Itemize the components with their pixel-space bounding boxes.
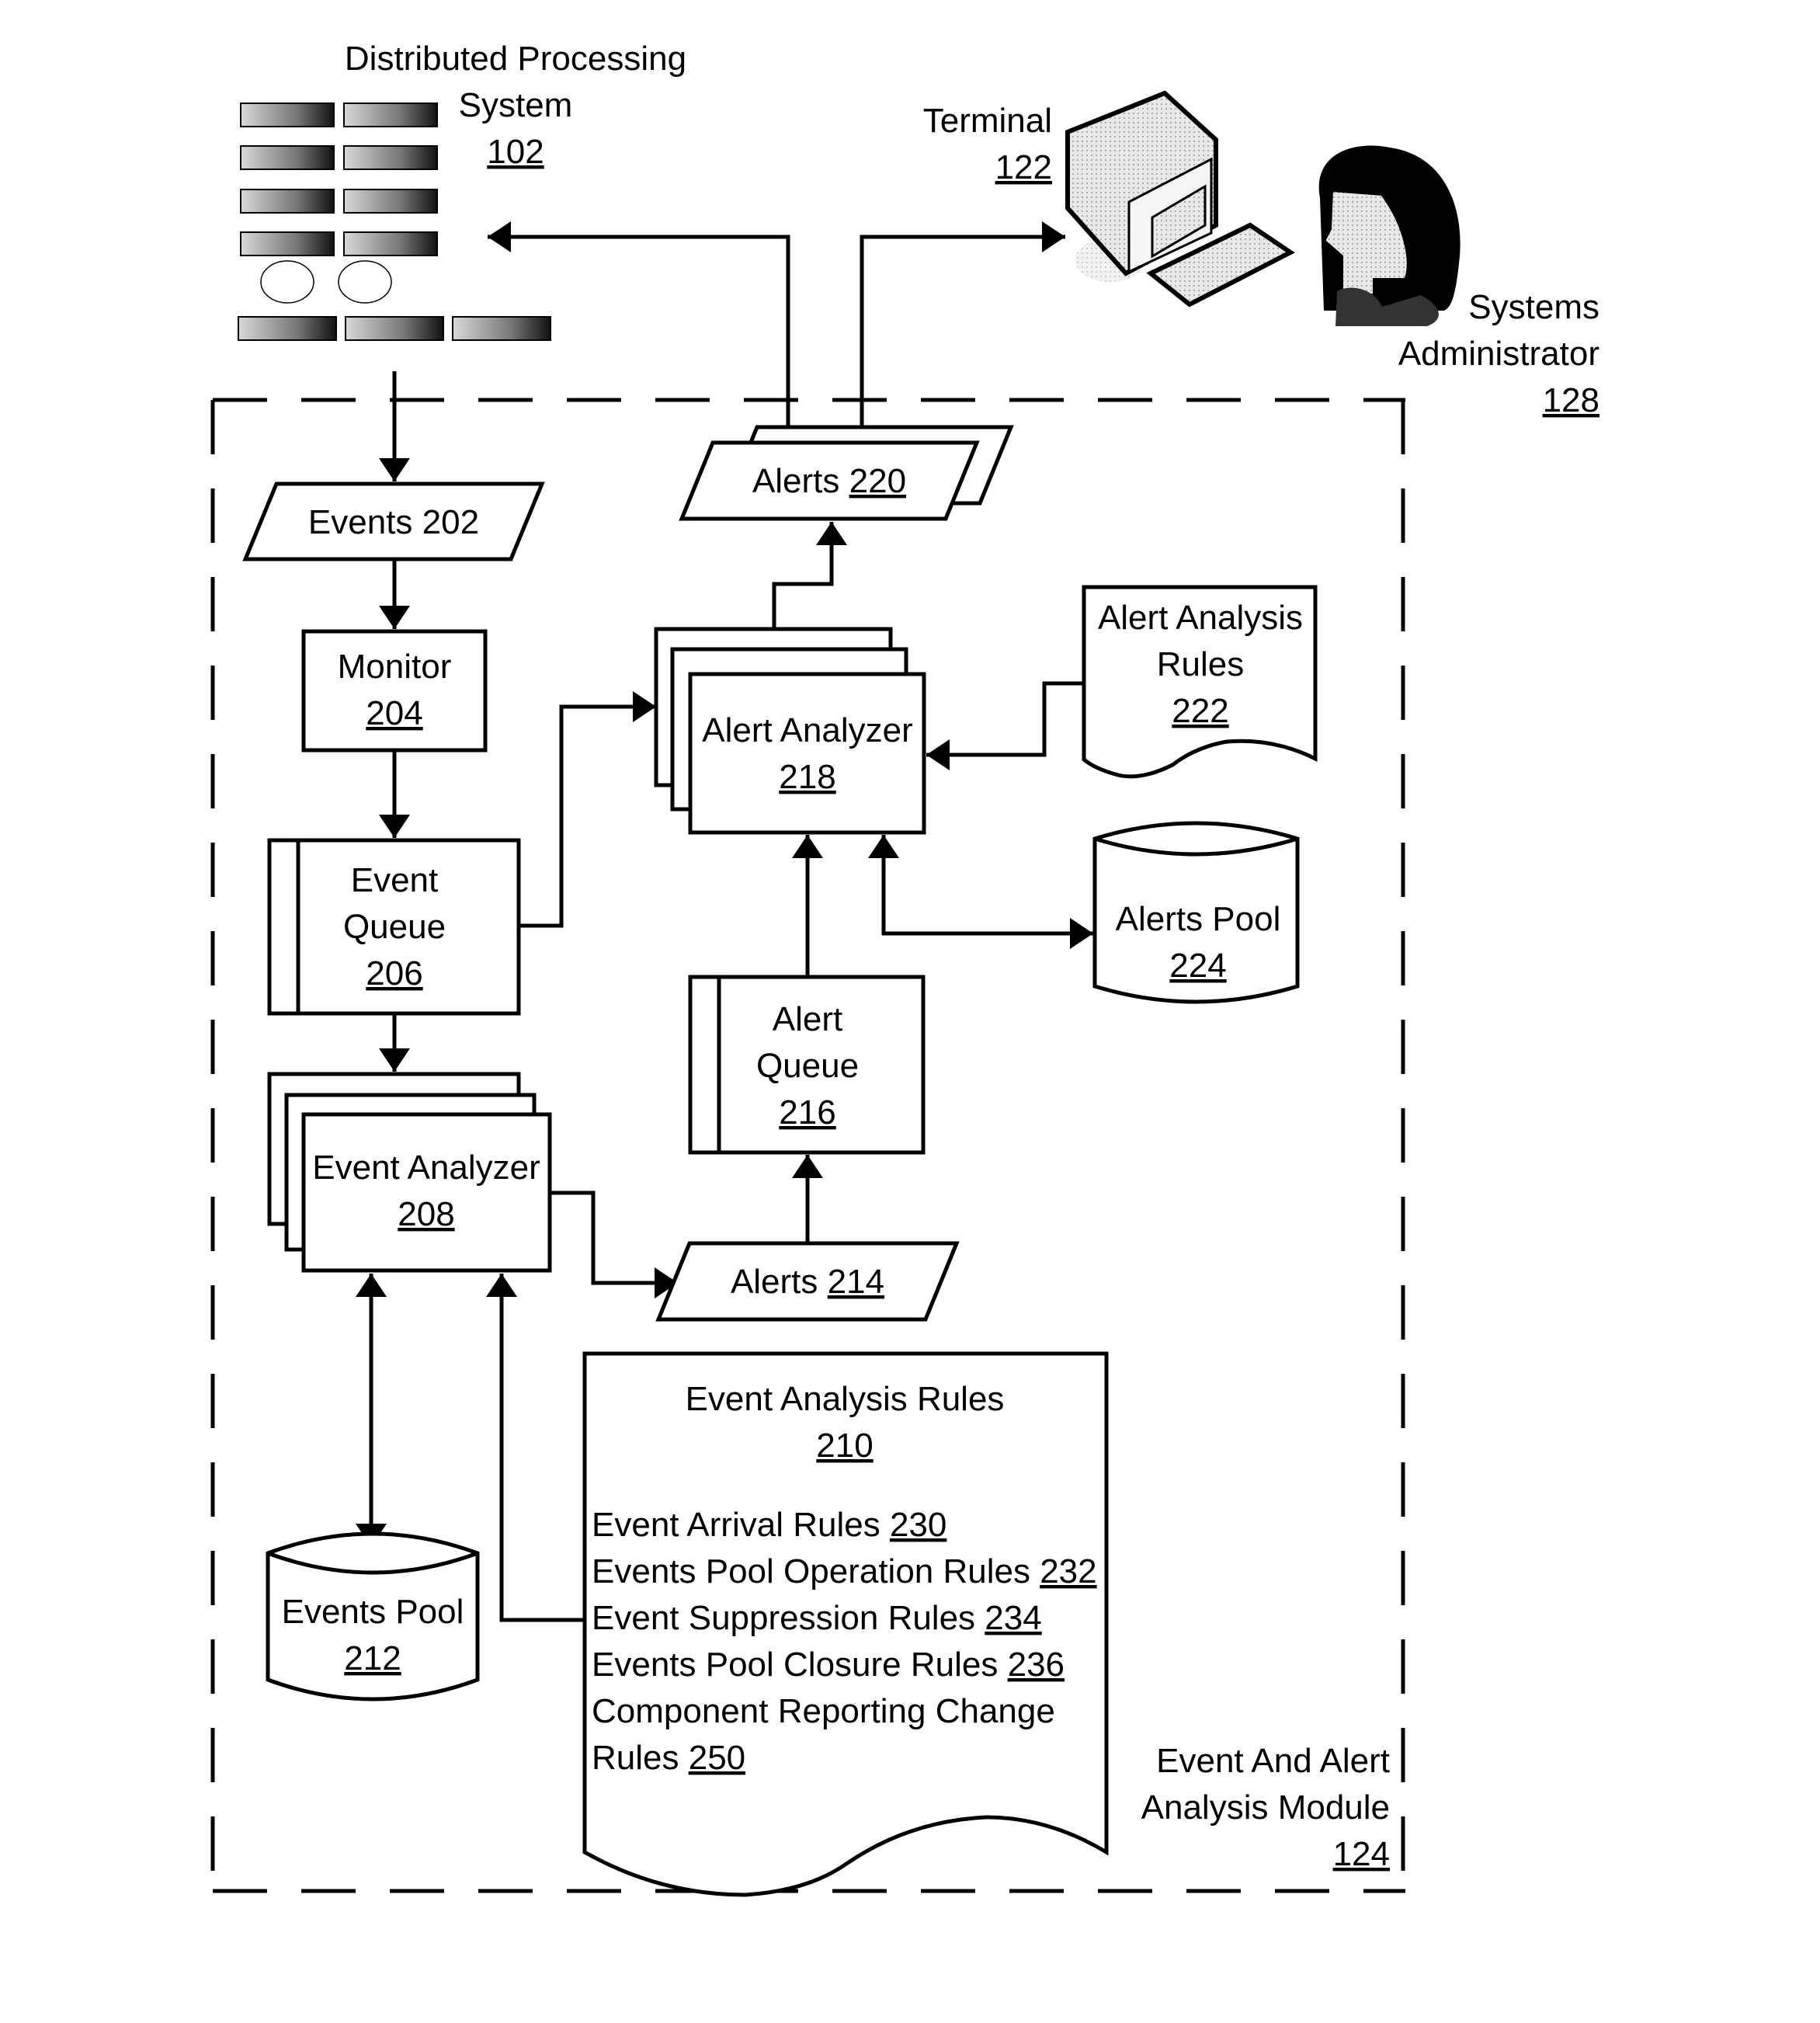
alert-rules-label-line2: Rules: [1157, 645, 1245, 683]
event-queue-label-line2: Queue: [343, 908, 446, 946]
monitor-label: Monitor: [338, 648, 452, 686]
alerts-214-label: Alerts 214: [731, 1263, 884, 1301]
terminal-ref: 122: [995, 148, 1052, 186]
monitor-204[interactable]: Monitor 204: [301, 629, 488, 753]
rule-ref: 250: [689, 1739, 745, 1777]
event-queue-ref: 206: [366, 954, 422, 992]
event-analyzer-208[interactable]: Event Analyzer 208: [267, 1072, 552, 1273]
rule-ref: 234: [985, 1599, 1041, 1637]
event-rules-item: Event Arrival Rules 230: [592, 1506, 946, 1544]
alerts-220[interactable]: Alerts 220: [679, 425, 1014, 521]
events-pool-212[interactable]: Events Pool 212: [266, 1531, 480, 1701]
alerts-pool-ref: 224: [1169, 947, 1226, 985]
event-analyzer-ref: 208: [398, 1195, 454, 1233]
rule-text: Events Pool Operation Rules: [592, 1552, 1040, 1590]
event-analyzer-label: Event Analyzer: [312, 1149, 540, 1187]
alert-queue-ref: 216: [779, 1093, 835, 1131]
alert-queue-label-line1: Alert: [773, 1000, 842, 1038]
terminal-label: Terminal: [923, 102, 1052, 140]
event-queue-206[interactable]: Event Queue 206: [267, 838, 521, 1016]
event-rules-ref: 210: [816, 1427, 873, 1465]
alerts-220-ref: 220: [849, 462, 906, 500]
admin-label-line1: Systems: [1468, 288, 1599, 326]
alert-analysis-rules-222[interactable]: Alert Analysis Rules 222: [1082, 585, 1318, 779]
event-rules-item: Component Reporting Change: [592, 1692, 1055, 1730]
arrow-alertanalyzer-alerts-pool: [868, 835, 1093, 949]
systems-administrator: Systems Administrator 128: [1318, 145, 1599, 419]
computer-terminal-icon: [1065, 90, 1295, 308]
module-label-line2: Analysis Module: [1141, 1788, 1390, 1827]
alerts-220-text: Alerts: [752, 462, 849, 500]
admin-ref: 128: [1543, 381, 1599, 419]
rule-text: Event Suppression Rules: [592, 1599, 985, 1637]
admin-label-line2: Administrator: [1398, 335, 1599, 373]
alerts-214[interactable]: Alerts 214: [655, 1241, 960, 1322]
event-rules-item: Event Suppression Rules 234: [592, 1599, 1042, 1637]
event-rules-item: Events Pool Operation Rules 232: [592, 1552, 1097, 1590]
alert-rules-label-line1: Alert Analysis: [1098, 599, 1303, 637]
alert-analyzer-218[interactable]: Alert Analyzer 218: [654, 627, 926, 835]
events-pool-ref: 212: [344, 1639, 401, 1677]
alerts-pool-label: Alerts Pool: [1116, 900, 1281, 938]
events-202-label: Events 202: [308, 503, 479, 541]
alert-queue-216[interactable]: Alert Queue 216: [688, 975, 926, 1155]
arrow-alerts220-to-terminal: [860, 221, 1065, 443]
alert-analyzer-label: Alert Analyzer: [702, 711, 912, 749]
terminal: Terminal 122: [923, 90, 1295, 308]
rule-ref: 230: [890, 1506, 946, 1544]
module-label-line1: Event And Alert: [1156, 1742, 1390, 1780]
arrow-rules-to-analyzer: [486, 1274, 585, 1622]
rule-text: Events Pool Closure Rules: [592, 1646, 1008, 1684]
events-202[interactable]: Events 202: [242, 481, 545, 561]
distributed-processing-system: Distributed Processing System 102: [238, 40, 686, 341]
event-rules-item: Events Pool Closure Rules 236: [592, 1646, 1065, 1684]
rule-ref: 232: [1040, 1552, 1096, 1590]
arrow-alertanalyzer-to-alerts220: [772, 522, 847, 629]
rule-text: Component Reporting Change: [592, 1692, 1055, 1730]
diagram-canvas: Distributed Processing System 102 Termin…: [210, 40, 1599, 1897]
alerts-220-label: Alerts 220: [752, 462, 906, 500]
dps-ref: 102: [487, 133, 544, 171]
event-analysis-rules-210[interactable]: Event Analysis Rules 210 Event Arrival R…: [582, 1351, 1109, 1897]
event-rules-title: Event Analysis Rules: [686, 1380, 1005, 1418]
person-icon: [1318, 145, 1461, 326]
alerts-214-ref: 214: [828, 1263, 884, 1301]
event-queue-label-line1: Event: [351, 861, 439, 899]
dps-label-line1: Distributed Processing: [345, 40, 686, 78]
dps-label-line2: System: [459, 86, 573, 124]
arrow-analyzer-to-alerts214: [550, 1191, 678, 1298]
arrow-alertrules-to-alertanalyzer: [926, 681, 1084, 770]
event-rules-item: Rules 250: [592, 1739, 745, 1777]
rule-text: Rules: [592, 1739, 689, 1777]
alerts-pool-224[interactable]: Alerts Pool 224: [1092, 821, 1300, 1004]
rule-text: Event Arrival Rules: [592, 1506, 890, 1544]
alert-queue-label-line2: Queue: [756, 1047, 859, 1085]
module-ref: 124: [1333, 1835, 1390, 1873]
arrow-queue-to-alert-analyzer: [519, 691, 656, 928]
rule-ref: 236: [1008, 1646, 1065, 1684]
events-pool-label: Events Pool: [282, 1593, 464, 1631]
alert-rules-ref: 222: [1172, 692, 1228, 730]
alert-analyzer-ref: 218: [779, 758, 835, 796]
monitor-ref: 204: [366, 694, 422, 732]
alerts-214-text: Alerts: [731, 1263, 828, 1301]
